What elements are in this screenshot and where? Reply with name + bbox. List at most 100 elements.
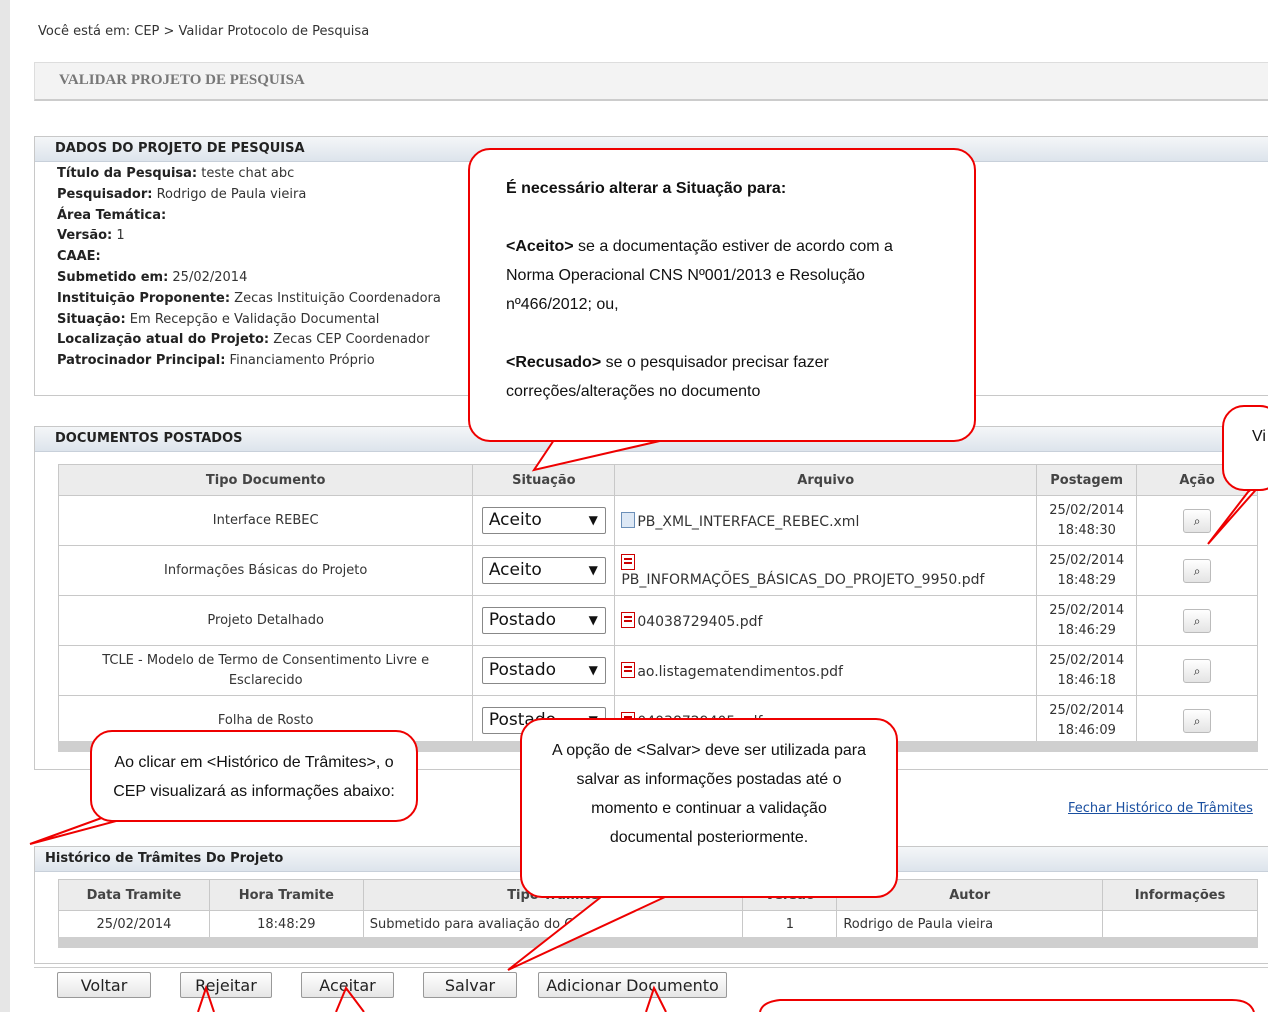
salvar-callout: A opção de <Salvar> deve ser utilizada p…	[520, 718, 898, 898]
magnifier-icon: ⌕	[1193, 713, 1201, 728]
page-title-bar: VALIDAR PROJETO DE PESQUISA	[34, 62, 1268, 101]
status-select[interactable]: Postado ▼	[481, 607, 606, 634]
table-row: 25/02/2014 18:48:29 Submetido para avali…	[58, 910, 1258, 939]
doc-type: TCLE - Modelo de Termo de Consentimento …	[57, 645, 474, 696]
table-row: Projeto Detalhado Postado ▼ 04038729405.p…	[57, 595, 1258, 646]
post-time: 18:48:30	[1057, 522, 1116, 538]
view-button[interactable]: ⌕	[1183, 558, 1212, 583]
action-cell: ⌕	[1136, 545, 1258, 596]
file-link[interactable]: ao.listagematendimentos.pdf	[637, 664, 843, 680]
post-time: 18:46:29	[1057, 622, 1116, 638]
status-value: Postado	[488, 660, 557, 680]
view-button[interactable]: ⌕	[1183, 708, 1212, 733]
visualizar-callout: Vi d	[1222, 405, 1268, 491]
info-label: Título da Pesquisa:	[57, 166, 198, 181]
status-cell: Postado ▼	[472, 595, 616, 646]
post-date-cell: 25/02/2014 18:48:29	[1036, 545, 1138, 596]
info-value: Rodrigo de Paula vieira	[152, 186, 307, 202]
post-date: 25/02/2014	[1049, 702, 1125, 718]
magnifier-icon: ⌕	[1193, 613, 1201, 628]
file-cell: 04038729405.pdf	[614, 595, 1038, 646]
post-date: 25/02/2014	[1049, 652, 1125, 668]
file-cell: ao.listagematendimentos.pdf	[614, 645, 1038, 696]
post-date-cell: 25/02/2014 18:46:09	[1036, 695, 1138, 746]
view-button[interactable]: ⌕	[1183, 658, 1212, 683]
file-cell: PB_XML_INTERFACE_REBEC.xml	[614, 495, 1038, 546]
doc-type: Projeto Detalhado	[57, 595, 474, 646]
magnifier-icon: ⌕	[1193, 563, 1201, 578]
post-time: 18:46:09	[1057, 722, 1116, 738]
post-date: 25/02/2014	[1049, 552, 1125, 568]
status-cell: Aceito ▼	[472, 545, 616, 596]
aceito-tag: <Aceito>	[506, 238, 574, 255]
recusado-paragraph: <Recusado> se o pesquisador precisar faz…	[506, 348, 944, 406]
history-time: 18:48:29	[208, 910, 364, 939]
file-link[interactable]: PB_XML_INTERFACE_REBEC.xml	[637, 514, 859, 530]
info-label: Patrocinador Principal:	[57, 353, 226, 369]
chevron-down-icon: ▼	[588, 613, 598, 627]
view-button[interactable]: ⌕	[1183, 608, 1212, 633]
magnifier-icon: ⌕	[1193, 513, 1201, 528]
info-label: Localização atual do Projeto:	[57, 332, 270, 348]
salvar-button[interactable]: Salvar	[423, 972, 517, 998]
rejeitar-button[interactable]: Rejeitar	[180, 972, 272, 998]
col-header: Hora Tramite	[208, 879, 364, 911]
status-select[interactable]: Aceito ▼	[481, 507, 606, 534]
file-link[interactable]: PB_INFORMAÇÕES_BÁSICAS_DO_PROJETO_9950.p…	[621, 572, 984, 588]
pdf-file-icon	[621, 661, 636, 678]
breadcrumb: Você está em: CEP > Validar Protocolo de…	[38, 24, 370, 39]
table-row: Interface REBEC Aceito ▼ PB_XML_INTERFACE…	[57, 495, 1258, 546]
page-title: VALIDAR PROJETO DE PESQUISA	[59, 72, 305, 88]
history-type: Submetido para avaliação do CEP	[362, 910, 744, 939]
status-value: Postado	[488, 610, 557, 630]
info-label: Pesquisador:	[57, 186, 153, 202]
col-header: Tipo Documento	[57, 464, 474, 496]
adicionar-documento-button[interactable]: Adicionar Documento	[538, 972, 727, 998]
info-value: 25/02/2014	[168, 269, 248, 285]
table-row: TCLE - Modelo de Termo de Consentimento …	[57, 645, 1258, 696]
file-link[interactable]: 04038729405.pdf	[637, 614, 762, 630]
documents-table-header: Tipo Documento Situação Arquivo Postagem…	[57, 464, 1258, 496]
file-cell: PB_INFORMAÇÕES_BÁSICAS_DO_PROJETO_9950.p…	[614, 545, 1038, 596]
info-label: CAAE:	[57, 249, 101, 265]
pdf-file-icon	[621, 553, 636, 570]
bottom-callout-edge	[759, 999, 1255, 1012]
info-value: Financiamento Próprio	[225, 353, 375, 369]
history-version: 1	[742, 910, 838, 939]
history-toggle-link[interactable]: Fechar Histórico de Trâmites	[1068, 801, 1253, 816]
action-cell: ⌕	[1136, 645, 1258, 696]
post-date-cell: 25/02/2014 18:46:29	[1036, 595, 1138, 646]
info-label: Área Temática:	[57, 207, 167, 223]
history-scrollbar[interactable]	[58, 937, 1258, 948]
documents-table: Tipo Documento Situação Arquivo Postagem…	[57, 464, 1258, 746]
view-button[interactable]: ⌕	[1183, 508, 1212, 533]
historico-callout: Ao clicar em <Histórico de Trâmites>, o …	[90, 730, 418, 822]
status-select[interactable]: Postado ▼	[481, 657, 606, 684]
post-time: 18:46:18	[1057, 672, 1116, 688]
status-select[interactable]: Aceito ▼	[481, 557, 606, 584]
history-date: 25/02/2014	[58, 910, 210, 939]
info-value: Em Recepção e Validação Documental	[125, 311, 380, 327]
col-header: Situação	[472, 464, 616, 496]
action-cell: ⌕	[1136, 595, 1258, 646]
info-value: teste chat abc	[197, 166, 295, 181]
xml-file-icon	[621, 511, 636, 528]
chevron-down-icon: ▼	[588, 663, 598, 677]
magnifier-icon: ⌕	[1193, 663, 1201, 678]
action-cell: ⌕	[1136, 495, 1258, 546]
table-row: Informações Básicas do Projeto Aceito ▼ P…	[57, 545, 1258, 596]
action-cell: ⌕	[1136, 695, 1258, 746]
recusado-tag: <Recusado>	[506, 354, 602, 371]
doc-type: Informações Básicas do Projeto	[57, 545, 474, 596]
status-value: Aceito	[488, 510, 542, 530]
divider	[34, 967, 1268, 968]
situacao-callout-title: É necessário alterar a Situação para:	[506, 180, 787, 197]
post-time: 18:48:29	[1057, 572, 1116, 588]
situacao-callout: É necessário alterar a Situação para: <A…	[468, 148, 976, 442]
voltar-button[interactable]: Voltar	[57, 972, 151, 998]
post-date: 25/02/2014	[1049, 602, 1125, 618]
info-value: Zecas CEP Coordenador	[269, 332, 430, 348]
aceitar-button[interactable]: Aceitar	[301, 972, 394, 998]
aceito-paragraph: <Aceito> se a documentação estiver de ac…	[506, 232, 944, 319]
visualizar-callout-text: Vi d	[1252, 428, 1268, 445]
